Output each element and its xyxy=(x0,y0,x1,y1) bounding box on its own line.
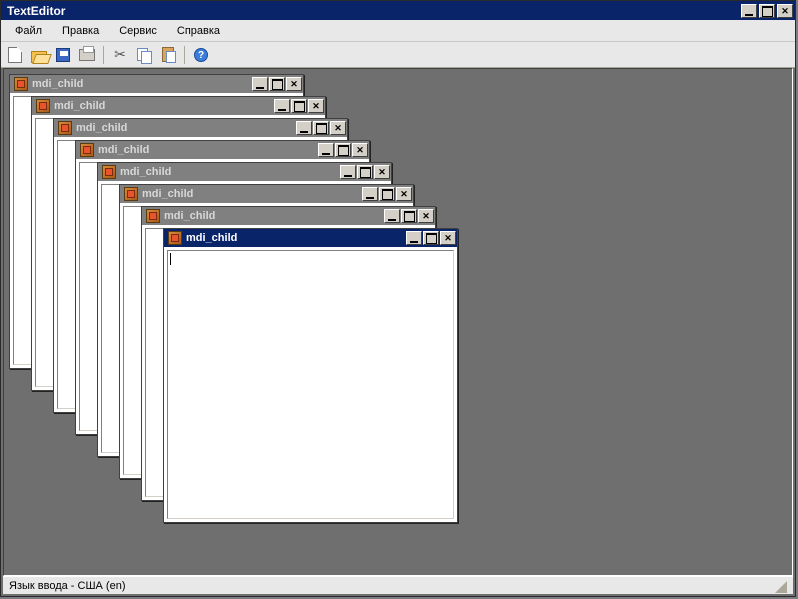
main-maximize-button[interactable] xyxy=(759,4,775,18)
child-title-text: mdi_child xyxy=(142,188,193,200)
new-file-icon xyxy=(8,47,22,63)
main-titlebar[interactable]: TextEditor xyxy=(1,1,795,20)
copy-button[interactable] xyxy=(134,45,154,65)
child-close-button[interactable] xyxy=(418,209,434,223)
child-max-button[interactable] xyxy=(269,77,285,91)
print-icon xyxy=(79,49,95,61)
child-titlebar[interactable]: mdi_child xyxy=(76,141,369,159)
child-titlebar[interactable]: mdi_child xyxy=(32,97,325,115)
new-file-button[interactable] xyxy=(5,45,25,65)
child-titlebar[interactable]: mdi_child xyxy=(10,75,303,93)
child-title-text: mdi_child xyxy=(164,210,215,222)
child-app-icon xyxy=(168,231,182,245)
menu-item-1[interactable]: Правка xyxy=(52,22,109,40)
child-titlebar[interactable]: mdi_child xyxy=(54,119,347,137)
child-title-text: mdi_child xyxy=(98,144,149,156)
toolbar-separator xyxy=(103,46,104,64)
child-close-button[interactable] xyxy=(286,77,302,91)
open-file-icon xyxy=(31,49,47,61)
menu-item-0[interactable]: Файл xyxy=(5,22,52,40)
child-title-text: mdi_child xyxy=(186,232,237,244)
child-app-icon xyxy=(102,165,116,179)
child-min-button[interactable] xyxy=(252,77,268,91)
main-minimize-button[interactable] xyxy=(741,4,757,18)
child-app-icon xyxy=(58,121,72,135)
save-file-icon xyxy=(56,48,70,62)
mdi-child-window[interactable]: mdi_child xyxy=(163,228,458,523)
child-max-button[interactable] xyxy=(379,187,395,201)
child-min-button[interactable] xyxy=(406,231,422,245)
app-title: TextEditor xyxy=(7,4,65,18)
main-window: TextEditor ФайлПравкаСервисСправка ✂? md… xyxy=(0,0,796,597)
menu-item-3[interactable]: Справка xyxy=(167,22,230,40)
child-app-icon xyxy=(80,143,94,157)
child-close-button[interactable] xyxy=(396,187,412,201)
child-close-button[interactable] xyxy=(374,165,390,179)
child-min-button[interactable] xyxy=(340,165,356,179)
child-close-button[interactable] xyxy=(308,99,324,113)
child-max-button[interactable] xyxy=(335,143,351,157)
main-close-button[interactable] xyxy=(777,4,793,18)
toolbar: ✂? xyxy=(1,42,795,68)
child-min-button[interactable] xyxy=(362,187,378,201)
child-app-icon xyxy=(14,77,28,91)
child-min-button[interactable] xyxy=(384,209,400,223)
child-max-button[interactable] xyxy=(357,165,373,179)
text-cursor xyxy=(170,253,171,265)
child-titlebar[interactable]: mdi_child xyxy=(142,207,435,225)
statusbar: Язык ввода - США (en) xyxy=(3,576,793,594)
child-close-button[interactable] xyxy=(440,231,456,245)
child-min-button[interactable] xyxy=(318,143,334,157)
child-min-button[interactable] xyxy=(296,121,312,135)
child-title-text: mdi_child xyxy=(54,100,105,112)
child-app-icon xyxy=(124,187,138,201)
child-title-text: mdi_child xyxy=(120,166,171,178)
child-min-button[interactable] xyxy=(274,99,290,113)
child-max-button[interactable] xyxy=(291,99,307,113)
menubar: ФайлПравкаСервисСправка xyxy=(1,20,795,42)
child-app-icon xyxy=(36,99,50,113)
cut-icon: ✂ xyxy=(114,46,126,63)
child-app-icon xyxy=(146,209,160,223)
cut-button[interactable]: ✂ xyxy=(110,45,130,65)
menu-item-2[interactable]: Сервис xyxy=(109,22,167,40)
paste-icon xyxy=(162,47,174,62)
status-text: Язык ввода - США (en) xyxy=(9,580,126,592)
child-title-text: mdi_child xyxy=(76,122,127,134)
child-titlebar[interactable]: mdi_child xyxy=(120,185,413,203)
child-titlebar[interactable]: mdi_child xyxy=(98,163,391,181)
mdi-client-area[interactable]: mdi_child mdi_child mdi_child mdi_child mdi_… xyxy=(3,68,793,576)
help-icon: ? xyxy=(194,48,208,62)
copy-icon xyxy=(137,48,151,62)
child-titlebar[interactable]: mdi_child xyxy=(164,229,457,247)
resize-grip-icon[interactable] xyxy=(773,579,787,593)
help-button[interactable]: ? xyxy=(191,45,211,65)
paste-button[interactable] xyxy=(158,45,178,65)
child-text-area[interactable] xyxy=(167,250,454,519)
toolbar-separator xyxy=(184,46,185,64)
save-file-button[interactable] xyxy=(53,45,73,65)
print-button[interactable] xyxy=(77,45,97,65)
child-close-button[interactable] xyxy=(352,143,368,157)
child-title-text: mdi_child xyxy=(32,78,83,90)
child-max-button[interactable] xyxy=(423,231,439,245)
child-close-button[interactable] xyxy=(330,121,346,135)
open-file-button[interactable] xyxy=(29,45,49,65)
child-max-button[interactable] xyxy=(313,121,329,135)
child-max-button[interactable] xyxy=(401,209,417,223)
